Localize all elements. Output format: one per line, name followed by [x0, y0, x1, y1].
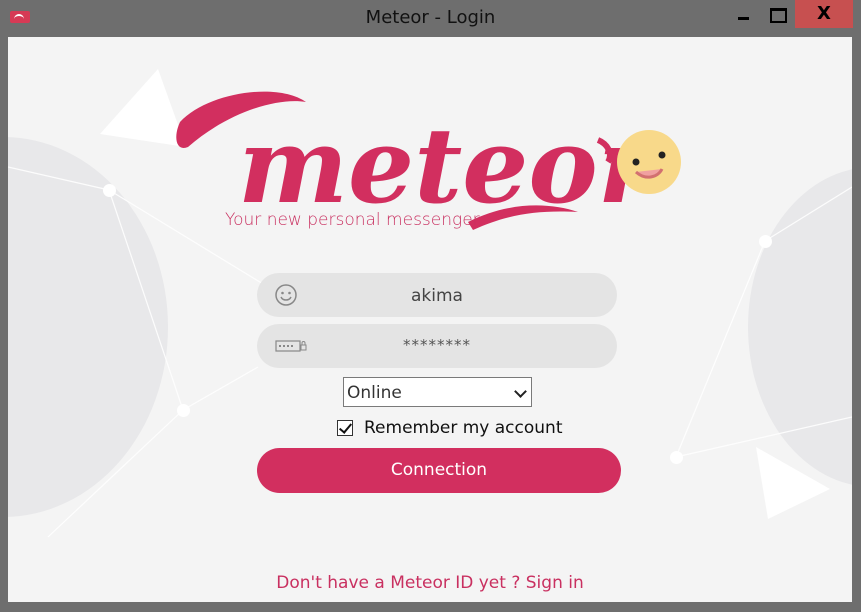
background-dot — [670, 451, 683, 464]
maximize-button[interactable] — [760, 0, 794, 28]
username-input[interactable]: akima — [257, 286, 617, 306]
connection-button[interactable]: Connection — [257, 448, 621, 493]
chevron-down-icon[interactable] — [514, 385, 527, 398]
tagline: Your new personal messenger — [225, 210, 480, 230]
signup-link[interactable]: Don't have a Meteor ID yet ? Sign in — [8, 573, 852, 593]
login-window: Meteor - Login X meteor Your new persona… — [0, 0, 861, 612]
title-bar[interactable]: Meteor - Login X — [0, 0, 861, 36]
remember-checkbox[interactable] — [337, 420, 353, 436]
login-panel: meteor Your new personal messenger akima — [8, 37, 852, 602]
password-field[interactable]: ******** — [257, 324, 617, 368]
smiley-icon — [617, 130, 681, 194]
close-button[interactable]: X — [795, 0, 853, 28]
username-field[interactable]: akima — [257, 273, 617, 317]
status-select-value: Online — [347, 383, 402, 403]
logo-text: meteor — [238, 104, 628, 227]
minimize-button[interactable] — [726, 0, 760, 28]
background-dot — [103, 184, 116, 197]
meteor-logo: meteor — [176, 91, 628, 230]
background-dot — [759, 235, 772, 248]
background-dot — [177, 404, 190, 417]
close-icon: X — [817, 3, 831, 24]
password-input[interactable]: ******** — [257, 336, 617, 354]
remember-label[interactable]: Remember my account — [364, 418, 562, 438]
status-select[interactable]: Online — [343, 377, 532, 407]
